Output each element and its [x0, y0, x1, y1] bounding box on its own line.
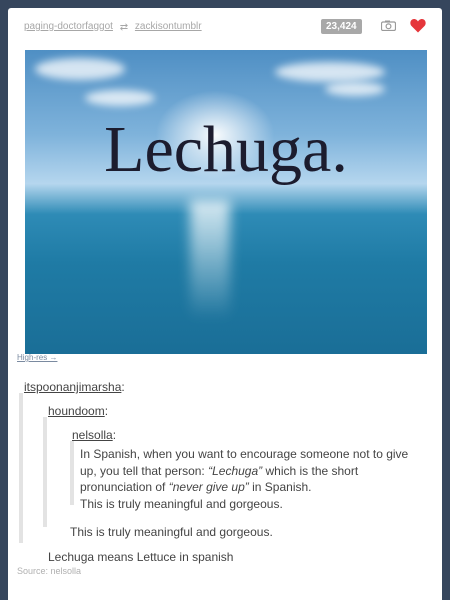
username-link-to[interactable]: zackisontumblr: [135, 21, 202, 32]
reply-text-level-2: This is truly meaningful and gorgeous.: [70, 525, 273, 539]
username-link[interactable]: nelsolla: [72, 428, 113, 442]
username-link[interactable]: houndoom: [48, 404, 105, 418]
photo-cloud: [275, 62, 385, 82]
photo-cloud: [85, 90, 155, 106]
original-quote: In Spanish, when you want to encourage s…: [80, 446, 410, 512]
high-res-link[interactable]: High-res →: [17, 353, 57, 362]
quote-line: In Spanish, when you want to encourage s…: [80, 447, 409, 461]
post-header: paging-doctorfaggot ⇄ zackisontumblr 23,…: [24, 16, 428, 38]
quote-line: pronunciation of “never give up” in Span…: [80, 480, 312, 494]
thread-user-1: itspoonanjimarsha:: [24, 380, 125, 394]
heart-icon[interactable]: [410, 18, 426, 33]
photo-title-text: Lechuga.: [104, 113, 348, 186]
source-line: Source: nelsolla: [17, 566, 81, 576]
photo-sun-reflection: [190, 200, 230, 320]
reblog-line: paging-doctorfaggot ⇄ zackisontumblr: [24, 21, 202, 33]
username-link-from[interactable]: paging-doctorfaggot: [24, 21, 113, 32]
photo-cloud: [35, 58, 125, 80]
reblog-icon: ⇄: [119, 22, 129, 33]
quote-line: up, you tell that person: “Lechuga” whic…: [80, 463, 359, 478]
post-photo[interactable]: Lechuga.: [25, 50, 427, 354]
photo-cloud: [325, 82, 385, 96]
reply-text-level-1: Lechuga means Lettuce in spanish: [48, 550, 234, 564]
notes-count[interactable]: 23,424: [321, 19, 362, 34]
thread-user-3: nelsolla:: [72, 428, 117, 442]
username-link[interactable]: itspoonanjimarsha: [24, 380, 121, 394]
quote-line: This is truly meaningful and gorgeous.: [80, 496, 283, 511]
source-label: Source:: [17, 566, 51, 576]
source-link[interactable]: nelsolla: [51, 566, 82, 576]
camera-icon[interactable]: [381, 20, 396, 31]
thread-user-2: houndoom:: [48, 404, 109, 418]
